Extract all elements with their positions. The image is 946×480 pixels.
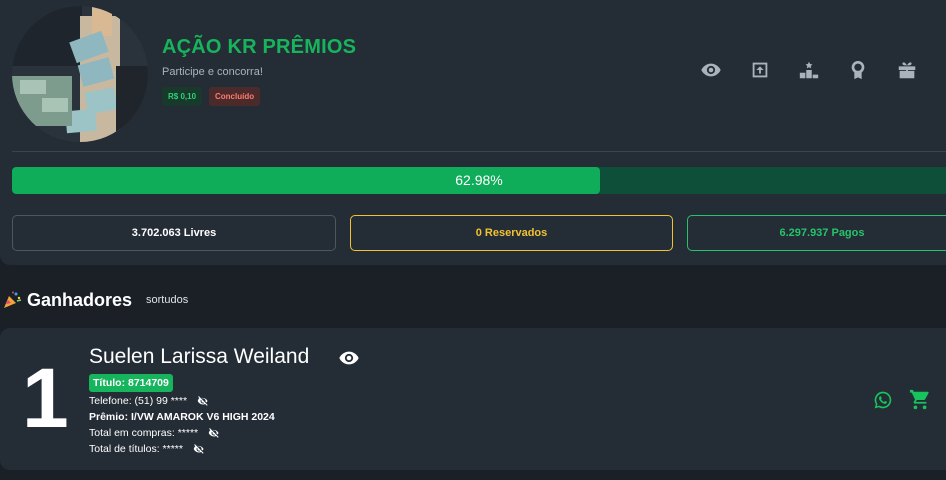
winner-phone-line: Telefone: (51) 99 **** — [89, 395, 209, 407]
award-button[interactable] — [833, 58, 882, 82]
winners-header: Ganhadores sortudos — [0, 288, 188, 312]
sales-progress-bar: 62.98% — [12, 167, 946, 194]
raffle-header-card: AÇÃO KR PRÊMIOS Participe e concorra! R$… — [0, 0, 946, 265]
whatsapp-button[interactable] — [873, 390, 893, 410]
winner-total-tickets: Total de títulos: ***** — [89, 443, 183, 455]
ranking-button[interactable] — [784, 58, 833, 82]
winner-ticket-badge: Título: 8714709 — [89, 374, 173, 392]
shopping-cart-icon — [909, 389, 929, 410]
ranking-podium-icon — [799, 61, 818, 79]
eye-off-icon[interactable] — [197, 395, 209, 407]
winner-purchases-line: Total em compras: ***** — [89, 427, 220, 439]
award-medal-icon — [851, 60, 864, 80]
paid-count-button[interactable]: 6.297.937 Pagos — [687, 215, 946, 251]
winner-prize-line: Prêmio: I/VW AMAROK V6 HIGH 2024 — [89, 411, 275, 423]
raffle-actions-bar — [686, 58, 946, 82]
winners-title: Ganhadores — [27, 289, 133, 310]
reserved-count-button[interactable]: 0 Reservados — [350, 215, 673, 251]
raffle-avatar — [12, 6, 148, 142]
winners-subtitle: sortudos — [146, 294, 189, 306]
free-count-button[interactable]: 3.702.063 Livres — [12, 215, 336, 251]
share-button[interactable] — [735, 58, 784, 82]
raffle-subtitle: Participe e concorra! — [162, 66, 263, 78]
winner-prize: Prêmio: I/VW AMAROK V6 HIGH 2024 — [89, 411, 275, 423]
basketball-button[interactable] — [931, 58, 946, 82]
header-divider — [12, 151, 946, 152]
share-icon — [752, 62, 767, 78]
eye-off-icon[interactable] — [208, 427, 220, 439]
raffle-title: AÇÃO KR PRÊMIOS — [162, 36, 357, 58]
eye-icon — [700, 63, 721, 77]
winner-total-purchases: Total em compras: ***** — [89, 427, 199, 439]
eye-icon — [339, 351, 359, 365]
winner-view-button[interactable] — [338, 347, 360, 369]
gift-button[interactable] — [882, 58, 931, 82]
whatsapp-icon — [874, 391, 892, 409]
view-button[interactable] — [686, 58, 735, 82]
party-popper-icon — [4, 291, 22, 308]
winner-name: Suelen Larissa Weiland — [89, 345, 310, 368]
winner-card: 1 Suelen Larissa Weiland Título: 8714709… — [0, 328, 946, 470]
status-badge: Concluído — [209, 87, 261, 106]
winner-tickets-line: Total de títulos: ***** — [89, 443, 205, 455]
winner-phone: Telefone: (51) 99 **** — [89, 395, 188, 407]
progress-label: 62.98% — [455, 172, 503, 188]
price-badge: R$ 0,10 — [162, 87, 203, 106]
eye-off-icon[interactable] — [193, 443, 205, 455]
cart-button[interactable] — [909, 389, 931, 411]
winner-rank: 1 — [22, 351, 69, 445]
gift-icon — [898, 62, 915, 79]
